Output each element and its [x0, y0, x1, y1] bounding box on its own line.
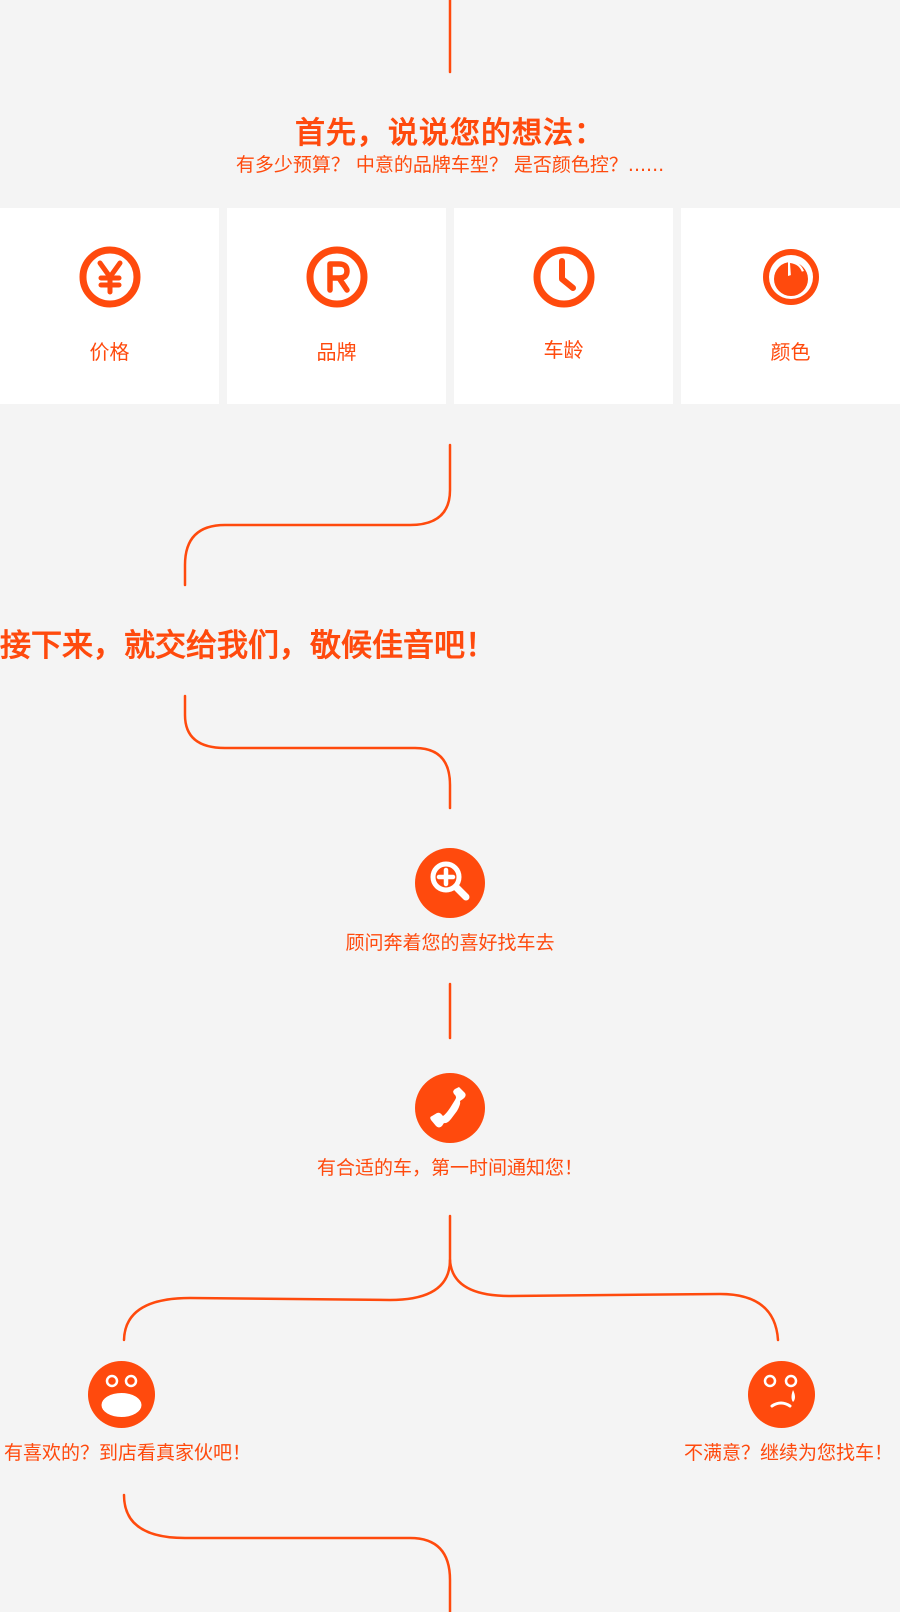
registered-icon	[306, 246, 367, 308]
yen-icon	[79, 246, 140, 308]
card-age[interactable]: 车龄	[454, 208, 673, 404]
card-label-brand: 品牌	[316, 340, 357, 364]
card-price[interactable]: 价格	[0, 208, 219, 404]
step-notify-text: 有合适的车，第一时间通知您！	[316, 1157, 583, 1179]
search-plus-icon	[415, 848, 485, 918]
card-color[interactable]: 颜色	[681, 208, 900, 404]
branch-connector-left	[122, 1214, 452, 1342]
happy-face-icon	[88, 1361, 155, 1428]
card-label-price: 价格	[89, 340, 130, 364]
connector-from-headline	[183, 694, 452, 810]
card-label-color: 颜色	[770, 340, 811, 364]
step-find-car-text: 顾问奔着您的喜好找车去	[345, 932, 555, 954]
card-brand[interactable]: 品牌	[227, 208, 446, 404]
section-title: 首先，说说您的想法：	[295, 116, 605, 151]
clock-icon	[533, 246, 594, 308]
bottom-connector	[122, 1493, 452, 1612]
section-subtitle: 有多少预算？ 中意的品牌车型？ 是否颜色控？......	[235, 154, 665, 176]
crying-face-icon	[748, 1361, 815, 1428]
branch-like-text: 有喜欢的？到店看真家伙吧！	[4, 1442, 252, 1464]
connector-to-headline	[183, 443, 452, 587]
branch-connector-right	[448, 1258, 780, 1342]
pie-icon	[762, 249, 819, 305]
phone-icon	[415, 1073, 485, 1143]
handover-headline: 接下来，就交给我们，敬候佳音吧！	[0, 628, 496, 664]
branch-unsatisfied-text: 不满意？继续为您找车！	[684, 1442, 894, 1464]
card-label-age: 车龄	[543, 338, 584, 362]
